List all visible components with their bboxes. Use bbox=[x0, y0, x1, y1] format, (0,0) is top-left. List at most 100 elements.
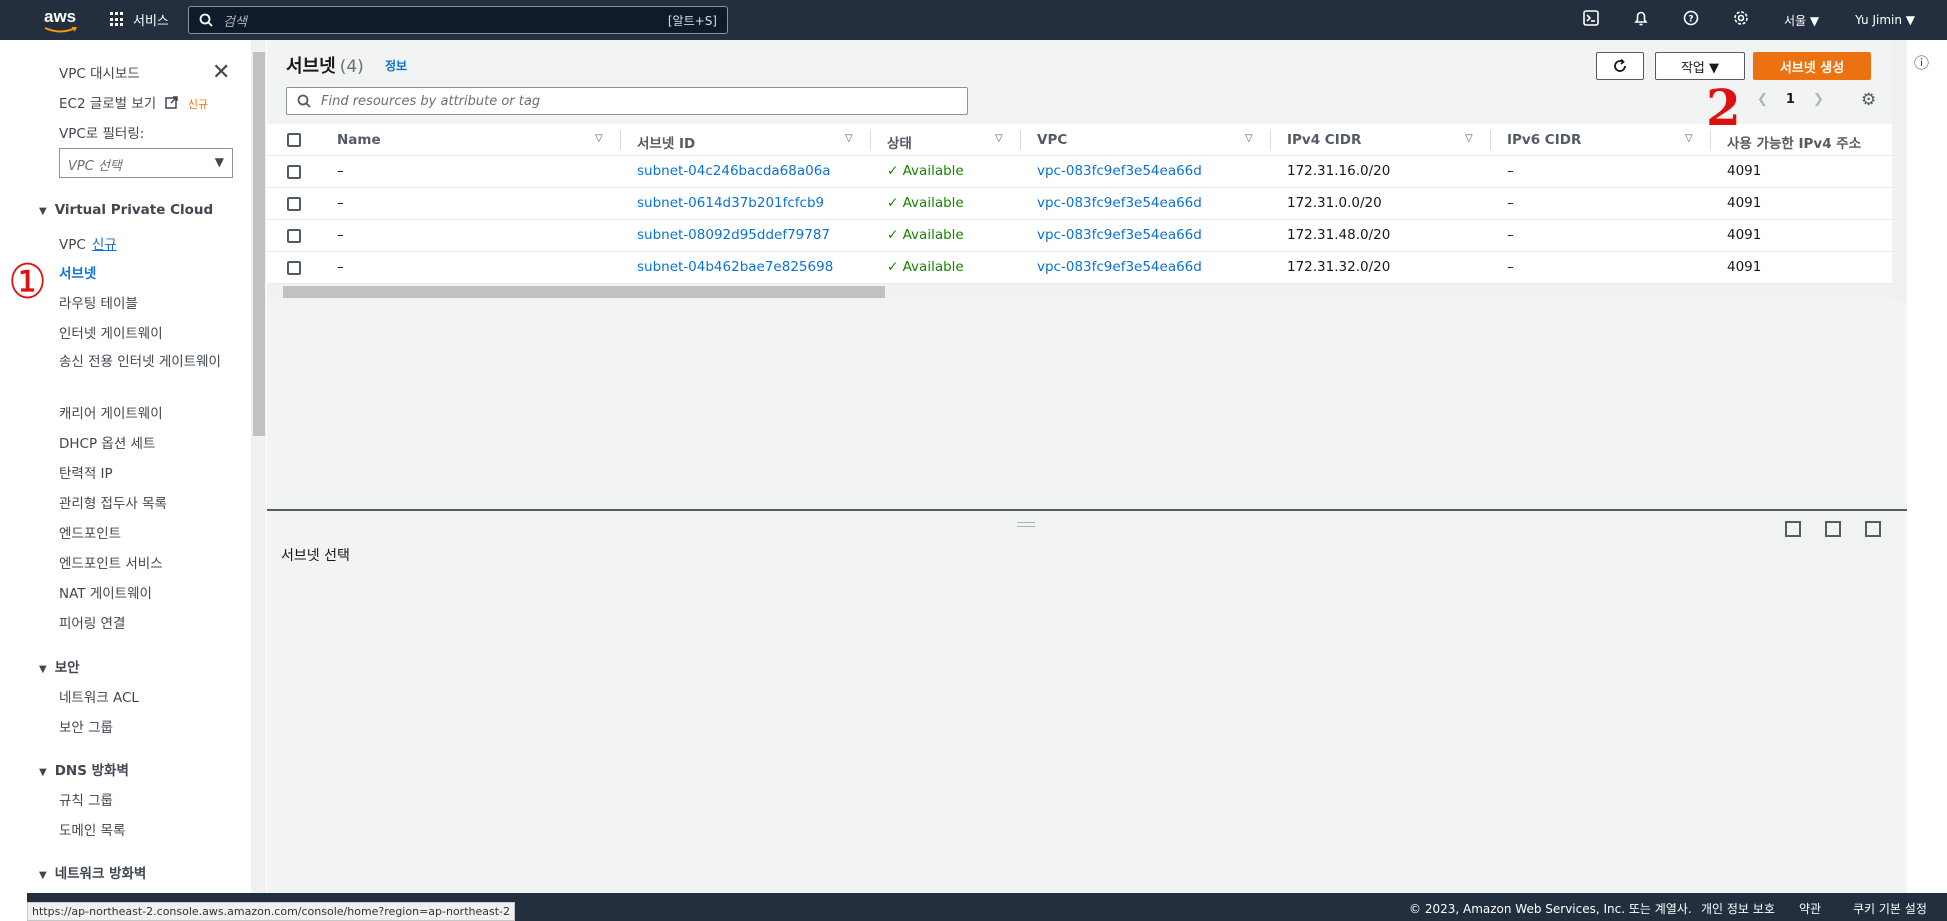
split-side-icon[interactable] bbox=[1825, 521, 1841, 537]
sidebar-item-managed-prefix-lists[interactable]: 관리형 접두사 목록 bbox=[59, 492, 167, 512]
column-divider[interactable] bbox=[1020, 130, 1021, 150]
column-header-name[interactable]: Name bbox=[337, 132, 381, 148]
split-panel-resize-handle[interactable] bbox=[1017, 522, 1035, 527]
table-row[interactable]: – subnet-0614d37b201fcfcb9 ✓ Available v… bbox=[267, 188, 1892, 220]
resource-filter-input[interactable]: Find resources by attribute or tag bbox=[286, 87, 968, 115]
notifications-bell-icon[interactable] bbox=[1616, 10, 1666, 30]
info-link[interactable]: 정보 bbox=[385, 57, 407, 74]
sidebar-item-egress-only-igw[interactable]: 송신 전용 인터넷 게이트웨이 bbox=[59, 352, 229, 373]
table-horizontal-scrollbar-thumb[interactable] bbox=[283, 286, 885, 298]
section-dns-firewall[interactable]: ▼ DNS 방화벽 bbox=[39, 759, 129, 779]
column-divider[interactable] bbox=[620, 130, 621, 150]
select-all-checkbox[interactable] bbox=[287, 133, 301, 147]
vpc-filter-select[interactable]: VPC 선택 ▼ bbox=[59, 148, 233, 178]
row-checkbox[interactable] bbox=[287, 261, 301, 275]
split-full-icon[interactable] bbox=[1865, 521, 1881, 537]
column-divider[interactable] bbox=[870, 130, 871, 150]
sort-icon[interactable]: ▽ bbox=[1245, 133, 1253, 144]
split-panel-position-controls bbox=[1785, 521, 1881, 537]
cell-subnet-id-link[interactable]: subnet-04c246bacda68a06a bbox=[637, 163, 831, 179]
cloudshell-icon[interactable] bbox=[1566, 10, 1616, 30]
sidebar-item-dhcp-options[interactable]: DHCP 옵션 세트 bbox=[59, 432, 155, 452]
footer-privacy-link[interactable]: 개인 정보 보호 bbox=[1701, 900, 1775, 917]
create-subnet-button[interactable]: 서브넷 생성 bbox=[1753, 52, 1871, 80]
column-header-vpc[interactable]: VPC bbox=[1037, 132, 1067, 148]
sidebar-item-ec2-global-view[interactable]: EC2 글로벌 보기 신규 bbox=[59, 92, 208, 112]
column-header-ipv4-cidr[interactable]: IPv4 CIDR bbox=[1287, 132, 1361, 148]
sort-icon[interactable]: ▽ bbox=[995, 133, 1003, 144]
sort-icon[interactable]: ▽ bbox=[1685, 133, 1693, 144]
settings-gear-icon[interactable] bbox=[1716, 10, 1766, 30]
aws-logo[interactable]: aws bbox=[44, 7, 80, 33]
cell-subnet-id-link[interactable]: subnet-0614d37b201fcfcb9 bbox=[637, 195, 824, 211]
cell-state: ✓ Available bbox=[887, 163, 964, 179]
sidebar-item-route-tables[interactable]: 라우팅 테이블 bbox=[59, 292, 138, 312]
ec2-global-view-label: EC2 글로벌 보기 bbox=[59, 96, 157, 112]
cell-subnet-id-link[interactable]: subnet-04b462bae7e825698 bbox=[637, 259, 833, 275]
column-header-subnet-id[interactable]: 서브넷 ID bbox=[637, 132, 695, 152]
sort-icon[interactable]: ▽ bbox=[1465, 133, 1473, 144]
column-header-available-ipv4[interactable]: 사용 가능한 IPv4 주소 bbox=[1727, 132, 1861, 152]
info-panel-icon[interactable]: ⓘ bbox=[1914, 52, 1929, 73]
previous-page-icon[interactable]: ❮ bbox=[1757, 92, 1768, 107]
row-checkbox[interactable] bbox=[287, 229, 301, 243]
sort-icon[interactable]: ▽ bbox=[845, 133, 853, 144]
table-vertical-scrollbar[interactable] bbox=[1892, 40, 1907, 300]
sidebar-item-nat-gateways[interactable]: NAT 게이트웨이 bbox=[59, 582, 152, 602]
section-title: 보안 bbox=[54, 660, 80, 676]
sidebar-item-rule-groups[interactable]: 규칙 그룹 bbox=[59, 789, 113, 809]
cell-vpc-link[interactable]: vpc-083fc9ef3e54ea66d bbox=[1037, 259, 1202, 275]
help-icon[interactable]: ? bbox=[1666, 10, 1716, 30]
sidebar-item-subnets[interactable]: 서브넷 bbox=[59, 262, 96, 282]
new-link[interactable]: 신규 bbox=[92, 237, 117, 253]
table-row[interactable]: – subnet-04c246bacda68a06a ✓ Available v… bbox=[267, 156, 1892, 188]
cell-subnet-id-link[interactable]: subnet-08092d95ddef79787 bbox=[637, 227, 830, 243]
actions-dropdown-button[interactable]: 작업 ▼ bbox=[1655, 52, 1745, 80]
row-checkbox[interactable] bbox=[287, 165, 301, 179]
section-network-firewall[interactable]: ▼ 네트워크 방화벽 bbox=[39, 862, 146, 882]
cell-vpc-link[interactable]: vpc-083fc9ef3e54ea66d bbox=[1037, 163, 1202, 179]
current-page-number[interactable]: 1 bbox=[1786, 92, 1795, 107]
close-navigation-icon[interactable]: ✕ bbox=[212, 60, 230, 85]
sidebar-item-network-acls[interactable]: 네트워크 ACL bbox=[59, 686, 139, 706]
sidebar-item-elastic-ips[interactable]: 탄력적 IP bbox=[59, 462, 113, 482]
column-divider[interactable] bbox=[1270, 130, 1271, 150]
region-selector[interactable]: 서울 ▼ bbox=[1766, 12, 1837, 29]
status-text: Available bbox=[902, 163, 964, 179]
refresh-button[interactable] bbox=[1596, 52, 1644, 80]
column-divider[interactable] bbox=[1490, 130, 1491, 150]
sidebar-item-vpc-dashboard[interactable]: VPC 대시보드 bbox=[59, 62, 140, 82]
next-page-icon[interactable]: ❯ bbox=[1813, 92, 1824, 107]
table-row[interactable]: – subnet-08092d95ddef79787 ✓ Available v… bbox=[267, 220, 1892, 252]
sidebar-item-vpc[interactable]: VPC 신규 bbox=[59, 233, 117, 253]
sort-icon[interactable]: ▽ bbox=[595, 133, 603, 144]
split-panel-divider[interactable] bbox=[267, 509, 1907, 511]
footer-terms-link[interactable]: 약관 bbox=[1799, 900, 1821, 917]
sidebar-scrollbar-thumb[interactable] bbox=[253, 52, 265, 436]
page-title-text: 서브넷 bbox=[286, 56, 336, 77]
sidebar-item-carrier-gateways[interactable]: 캐리어 게이트웨이 bbox=[59, 402, 163, 422]
table-preferences-gear-icon[interactable]: ⚙ bbox=[1861, 90, 1876, 110]
sidebar-item-peering-connections[interactable]: 피어링 연결 bbox=[59, 612, 125, 632]
sidebar-item-endpoint-services[interactable]: 엔드포인트 서비스 bbox=[59, 552, 163, 572]
section-virtual-private-cloud[interactable]: ▼ Virtual Private Cloud bbox=[39, 202, 213, 218]
row-checkbox[interactable] bbox=[287, 197, 301, 211]
sidebar-item-security-groups[interactable]: 보안 그룹 bbox=[59, 716, 113, 736]
cell-available-ipv4: 4091 bbox=[1727, 195, 1762, 211]
cell-available-ipv4: 4091 bbox=[1727, 227, 1762, 243]
global-search-input[interactable]: 검색 [알트+S] bbox=[188, 6, 728, 34]
section-security[interactable]: ▼ 보안 bbox=[39, 656, 80, 676]
pagination: ❮ 1 ❯ bbox=[1757, 92, 1824, 107]
column-header-ipv6-cidr[interactable]: IPv6 CIDR bbox=[1507, 132, 1581, 148]
services-menu-button[interactable]: 서비스 bbox=[110, 10, 169, 29]
split-bottom-icon[interactable] bbox=[1785, 521, 1801, 537]
footer-cookie-preferences-link[interactable]: 쿠키 기본 설정 bbox=[1853, 900, 1927, 917]
table-row[interactable]: – subnet-04b462bae7e825698 ✓ Available v… bbox=[267, 252, 1892, 284]
sidebar-item-domain-lists[interactable]: 도메인 목록 bbox=[59, 819, 125, 839]
account-menu[interactable]: Yu Jimin ▼ bbox=[1837, 13, 1933, 27]
cell-vpc-link[interactable]: vpc-083fc9ef3e54ea66d bbox=[1037, 227, 1202, 243]
cell-vpc-link[interactable]: vpc-083fc9ef3e54ea66d bbox=[1037, 195, 1202, 211]
column-header-state[interactable]: 상태 bbox=[887, 132, 912, 152]
sidebar-item-internet-gateways[interactable]: 인터넷 게이트웨이 bbox=[59, 322, 163, 342]
sidebar-item-endpoints[interactable]: 엔드포인트 bbox=[59, 522, 121, 542]
